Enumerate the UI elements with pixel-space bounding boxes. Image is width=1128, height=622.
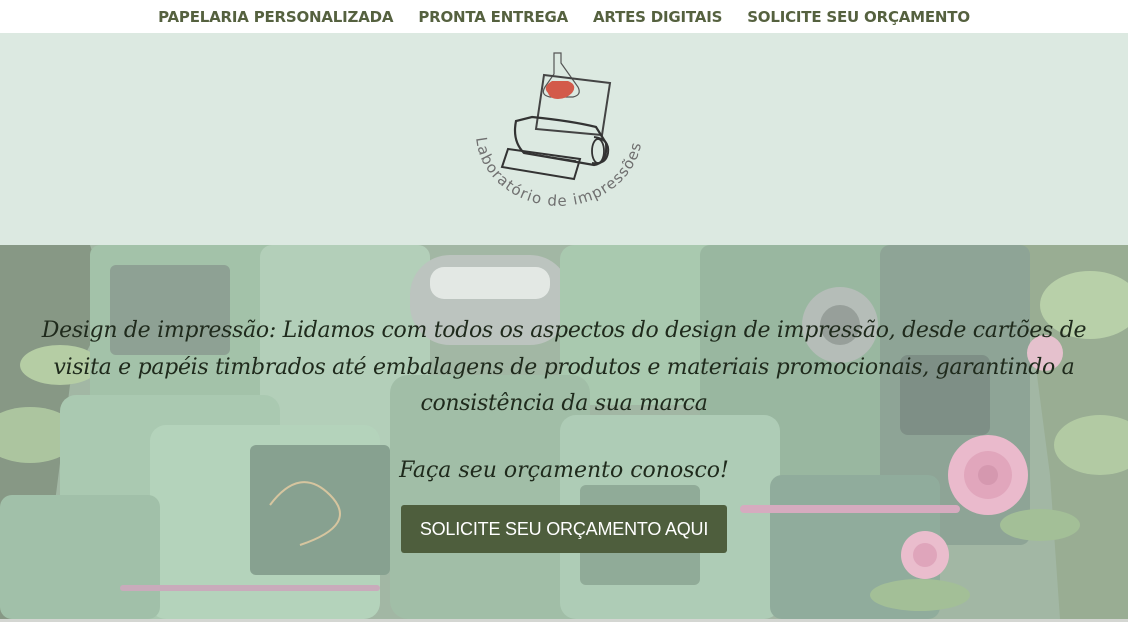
brand-header: Laboratório de impressões (0, 33, 1128, 245)
svg-text:Laboratório de impressões: Laboratório de impressões (472, 136, 645, 210)
nav-pronta-entrega[interactable]: PRONTA ENTREGA (418, 3, 568, 31)
top-navigation: PAPELARIA PERSONALIZADA PRONTA ENTREGA A… (0, 0, 1128, 33)
printer-with-heart-icon: Laboratório de impressões (472, 52, 645, 210)
nav-papelaria-personalizada[interactable]: PAPELARIA PERSONALIZADA (158, 3, 393, 31)
logo-text: Laboratório de impressões (472, 136, 644, 210)
request-quote-button[interactable]: SOLICITE SEU ORÇAMENTO AQUI (401, 505, 727, 553)
nav-artes-digitais[interactable]: ARTES DIGITAIS (593, 3, 722, 31)
hero-description: Design de impressão: Lidamos com todos o… (41, 318, 1087, 416)
site-logo[interactable]: Laboratório de impressões (462, 41, 652, 221)
nav-solicite-orcamento[interactable]: SOLICITE SEU ORÇAMENTO (747, 3, 970, 31)
cta-heading: Faça seu orçamento conosco! (399, 458, 729, 483)
hero-section: Design de impressão: Lidamos com todos o… (0, 245, 1128, 619)
